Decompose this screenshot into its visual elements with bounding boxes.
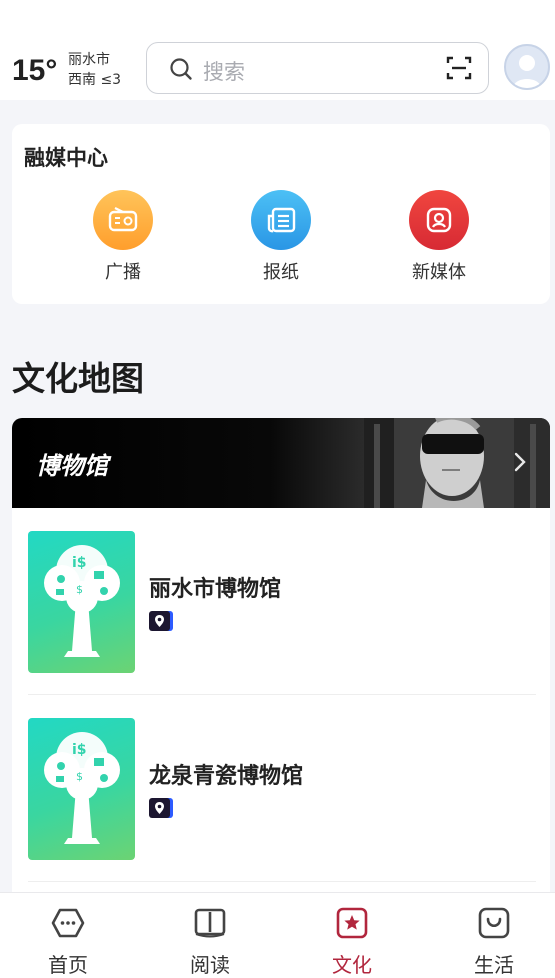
top-header: 15° 丽水市 西南 ≤3 搜索	[0, 0, 555, 100]
media-item-new-media[interactable]: 新媒体	[389, 190, 489, 290]
nav-item-read[interactable]: 阅读	[160, 907, 260, 978]
svg-text:$: $	[76, 583, 83, 596]
nav-item-life[interactable]: 生活	[444, 907, 544, 978]
media-center-card: 融媒中心 广播 报纸 新媒体	[12, 124, 550, 304]
radio-icon	[93, 190, 153, 250]
scan-icon[interactable]	[446, 55, 472, 81]
culture-star-icon	[336, 907, 368, 939]
svg-text:i$: i$	[72, 555, 87, 571]
nav-item-culture[interactable]: 文化	[302, 907, 402, 978]
museum-card: 博物馆 i$ $ 丽水市博物馆 i$ $ 龙泉青瓷博物馆	[12, 418, 550, 893]
tree-logo-icon: i$ $	[44, 545, 120, 657]
nav-label: 首页	[48, 953, 88, 977]
museum-thumbnail: i$ $	[28, 531, 135, 673]
search-icon	[170, 58, 192, 80]
banner-title: 博物馆	[36, 452, 108, 480]
museum-list-item[interactable]: i$ $ 丽水市博物馆	[28, 531, 536, 691]
svg-text:$: $	[76, 770, 83, 783]
media-item-label: 新媒体	[412, 262, 466, 283]
location-pin-icon	[149, 611, 173, 631]
media-item-label: 报纸	[263, 262, 299, 283]
tree-logo-icon: i$ $	[44, 732, 120, 844]
wind-info: 西南 ≤3	[68, 72, 122, 88]
museum-name: 龙泉青瓷博物馆	[149, 764, 304, 789]
media-item-newspaper[interactable]: 报纸	[231, 190, 331, 290]
search-input[interactable]: 搜索	[146, 42, 489, 94]
location-pin-icon	[149, 798, 173, 818]
home-icon	[51, 908, 85, 938]
nav-label: 阅读	[190, 953, 230, 977]
nav-label: 文化	[332, 953, 372, 977]
museum-list-item[interactable]: i$ $ 龙泉青瓷博物馆	[28, 718, 536, 878]
nav-label: 生活	[474, 953, 514, 977]
museum-name: 丽水市博物馆	[149, 577, 282, 602]
weather-location: 丽水市 西南 ≤3	[68, 50, 121, 90]
museum-banner[interactable]: 博物馆	[12, 418, 550, 508]
shopping-bag-icon	[478, 907, 510, 939]
divider	[28, 694, 536, 695]
media-center-title: 融媒中心	[24, 146, 108, 170]
culture-map-title: 文化地图	[12, 359, 144, 398]
avatar[interactable]	[504, 44, 550, 90]
bottom-nav: 首页 阅读 文化 生活	[0, 892, 555, 978]
divider	[28, 881, 536, 882]
user-avatar-icon	[513, 55, 541, 88]
nav-item-home[interactable]: 首页	[18, 907, 118, 978]
museum-thumbnail: i$ $	[28, 718, 135, 860]
media-item-label: 广播	[105, 262, 141, 283]
svg-text:i$: i$	[72, 742, 87, 758]
media-item-radio[interactable]: 广播	[73, 190, 173, 290]
newspaper-icon	[251, 190, 311, 250]
temperature: 15°	[12, 54, 58, 87]
new-media-icon	[409, 190, 469, 250]
book-icon	[194, 908, 226, 938]
search-placeholder: 搜索	[203, 60, 245, 84]
city-name: 丽水市	[68, 52, 110, 68]
chevron-right-icon	[514, 452, 526, 472]
